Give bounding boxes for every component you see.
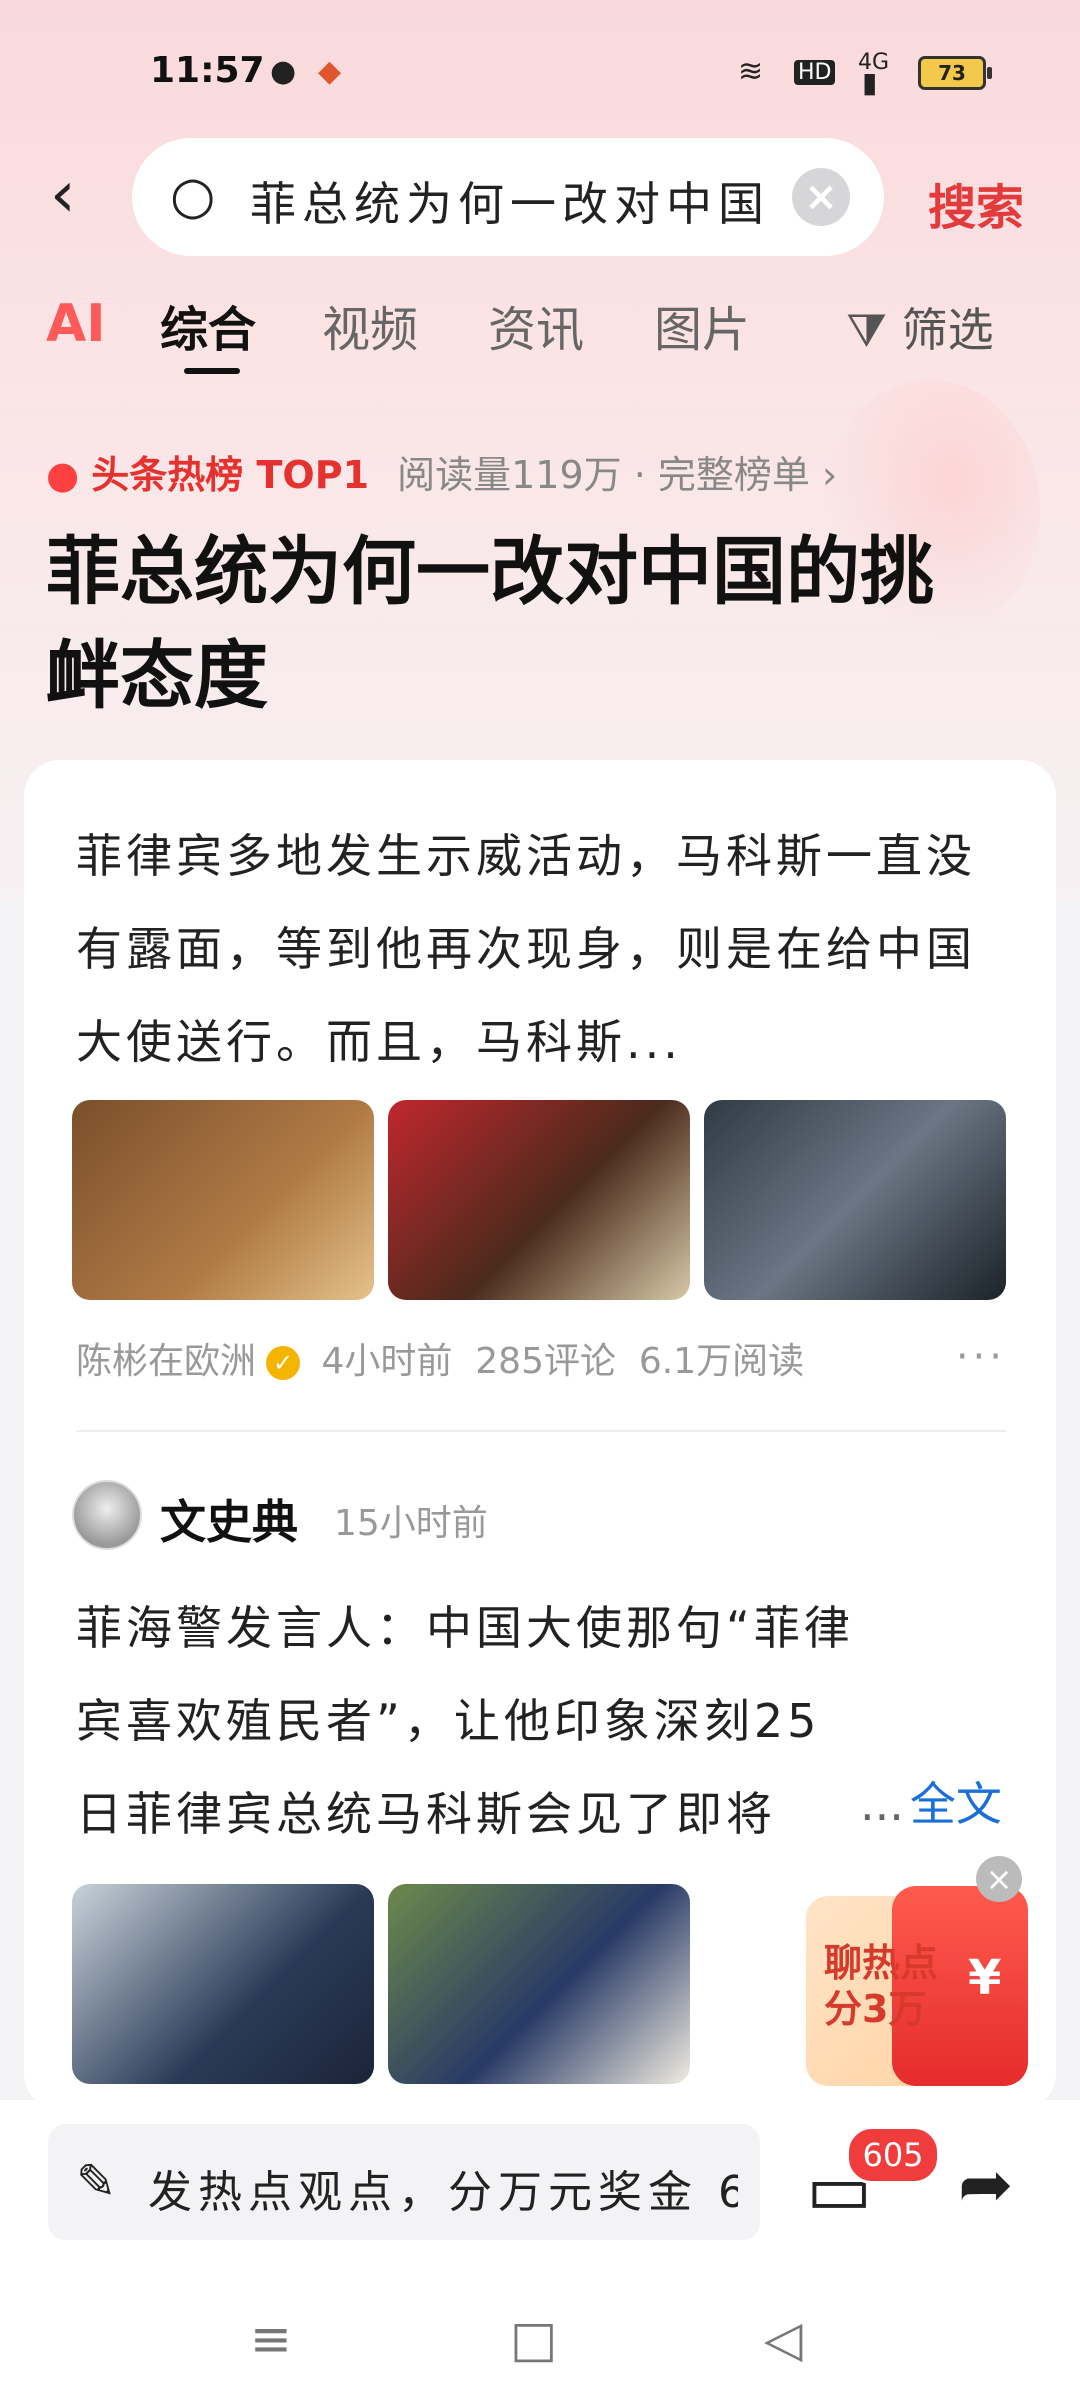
article1-summary[interactable]: 菲律宾多地发生示威活动，马科斯一直没有露面，等到他再次现身，则是在给中国大使送行… xyxy=(76,810,996,1089)
yen-icon: ¥ xyxy=(968,1950,1002,2006)
active-tab-indicator xyxy=(184,368,240,374)
promo-text: 聊热点 分3万 xyxy=(824,1940,938,2032)
tab-comprehensive[interactable]: 综合 xyxy=(160,290,256,360)
tab-video[interactable]: 视频 xyxy=(322,290,418,360)
hd-icon: HD xyxy=(794,60,836,85)
article1-image-1[interactable] xyxy=(72,1100,374,1300)
fire-icon: ● xyxy=(46,453,80,497)
full-text-label[interactable]: 全文 xyxy=(910,1777,1002,1831)
app-notification-icon: ◆ xyxy=(318,54,342,89)
article1-author[interactable]: 陈彬在欧洲 xyxy=(76,1341,256,1382)
hot-rank-meta[interactable]: 阅读量119万 · 完整榜单 › xyxy=(397,453,837,497)
more-icon[interactable]: ··· xyxy=(956,1334,1006,1380)
comment-count-badge: 605 xyxy=(846,2126,940,2184)
promo-line1: 聊热点 xyxy=(824,1941,939,1985)
article1-image-2[interactable] xyxy=(388,1100,690,1300)
tab-ai[interactable]: AI xyxy=(46,294,106,354)
article1-meta: 陈彬在欧洲 ✓ 4小时前 285评论 6.1万阅读 xyxy=(76,1332,804,1384)
comment-input[interactable]: ✎ 发热点观点，分万元奖金 6. xyxy=(48,2124,760,2240)
wechat-icon: ● xyxy=(270,54,297,89)
full-text-link[interactable]: ... 全文 xyxy=(860,1768,1002,1834)
comment-placeholder[interactable]: 发热点观点，分万元奖金 6. xyxy=(148,2156,738,2220)
share-icon[interactable]: ➦ xyxy=(958,2146,1013,2223)
article2-author[interactable]: 文史典 xyxy=(160,1486,298,1552)
menu-icon[interactable]: ≡ xyxy=(250,2310,292,2368)
hot-topic-promo[interactable]: 聊热点 分3万 ¥ × xyxy=(806,1856,1028,2088)
status-time: 11:57 xyxy=(150,50,265,91)
signal-icon: ▮ xyxy=(862,66,878,99)
clear-icon[interactable]: × xyxy=(792,168,850,226)
verified-icon: ✓ xyxy=(266,1346,301,1380)
result-tabs: AI 综合 视频 资讯 图片 ⧩ 筛选 xyxy=(0,290,1080,380)
page-title: 菲总统为何一改对中国的挑衅态度 xyxy=(46,529,934,719)
hot-rank-line[interactable]: ● 头条热榜 TOP1 阅读量119万 · 完整榜单 › xyxy=(46,444,837,499)
tab-news[interactable]: 资讯 xyxy=(488,290,584,360)
status-bar: 11:57 ● ◆ ≋ HD 4G ▮ 73 xyxy=(0,0,1080,140)
battery-icon: 73 xyxy=(918,56,992,90)
search-input[interactable]: ○ 菲总统为何一改对中国 × xyxy=(132,138,884,256)
article1-reads: 6.1万阅读 xyxy=(638,1341,805,1382)
article2-time: 15小时前 xyxy=(334,1503,488,1544)
avatar[interactable] xyxy=(72,1480,142,1550)
promo-line2: 分3万 xyxy=(824,1987,927,2031)
filter-label: 筛选 xyxy=(901,303,994,357)
back-nav-icon[interactable]: ◁ xyxy=(764,2310,802,2368)
search-button[interactable]: 搜索 xyxy=(928,168,1024,238)
pen-icon: ✎ xyxy=(76,2154,117,2210)
article1-image-3[interactable] xyxy=(704,1100,1006,1300)
back-arrow-icon[interactable]: ‹ xyxy=(50,160,110,230)
system-nav-bar: ≡ □ ◁ xyxy=(0,2290,1080,2400)
divider xyxy=(76,1430,1006,1432)
article2-summary[interactable]: 菲海警发言人：中国大使那句“菲律宾喜欢殖民者”，让他印象深刻25日菲律宾总统马科… xyxy=(76,1582,856,1861)
close-icon[interactable]: × xyxy=(976,1856,1022,1902)
article2-image-1[interactable] xyxy=(72,1884,374,2084)
home-icon[interactable]: □ xyxy=(510,2310,557,2368)
filter-icon: ⧩ xyxy=(846,303,902,357)
search-icon: ○ xyxy=(170,166,216,226)
hot-rank-label: 头条热榜 TOP1 xyxy=(91,453,370,497)
article1-comments: 285评论 xyxy=(475,1341,616,1382)
article1-time: 4小时前 xyxy=(321,1341,453,1382)
filter-button[interactable]: ⧩ 筛选 xyxy=(846,294,994,360)
wifi-icon: ≋ xyxy=(738,54,764,89)
article2-image-2[interactable] xyxy=(388,1884,690,2084)
tab-images[interactable]: 图片 xyxy=(654,290,750,360)
